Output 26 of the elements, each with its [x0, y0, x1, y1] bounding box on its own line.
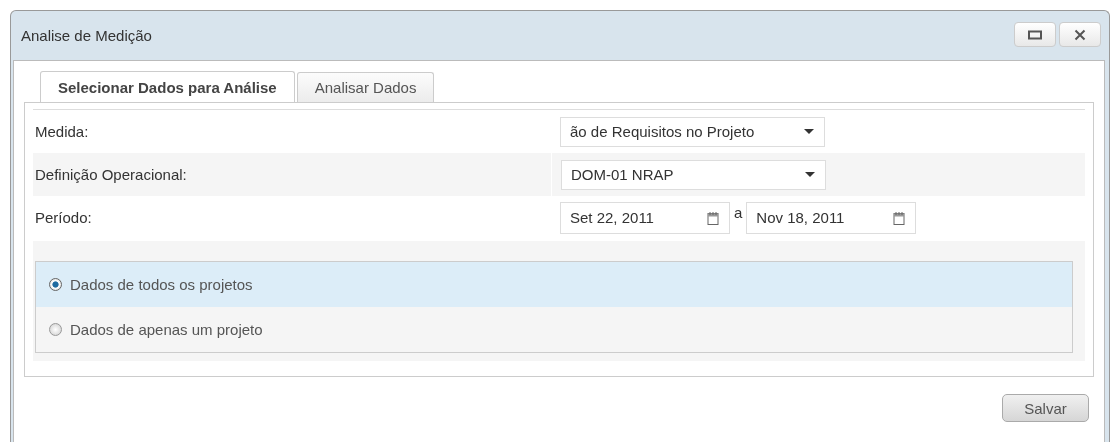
save-button[interactable]: Salvar	[1002, 394, 1089, 422]
radio-label: Dados de todos os projetos	[70, 276, 253, 293]
dropdown[interactable]: DOM-01 NRAP	[561, 159, 826, 190]
dropdown[interactable]: ão de Requisitos no Projeto	[560, 116, 825, 147]
field-label: Período:	[35, 209, 92, 226]
tab[interactable]: Analisar Dados	[296, 72, 435, 102]
radio-label: Dados de apenas um projeto	[70, 321, 263, 338]
close-icon	[1074, 28, 1086, 41]
radio-button[interactable]	[49, 323, 62, 336]
field-label: Medida:	[35, 123, 89, 140]
tab[interactable]: Selecionar Dados para Análise	[40, 71, 295, 103]
radio-option[interactable]: Dados de todos os projetos	[36, 262, 1072, 307]
calendar-icon	[893, 210, 906, 225]
field-label: Definição Operacional:	[35, 166, 187, 183]
window-title: Analise de Medição	[21, 27, 152, 44]
caret-icon	[804, 128, 814, 135]
close-button[interactable]	[1059, 22, 1101, 47]
range-separator: a	[734, 203, 743, 221]
calendar-icon	[707, 210, 719, 225]
radio-option[interactable]: Dados de apenas um projeto	[36, 307, 1072, 352]
date-field[interactable]: Nov 18, 2011	[746, 201, 917, 234]
maximize-icon	[1028, 29, 1042, 40]
caret-icon	[805, 171, 815, 178]
date-field[interactable]: Set 22, 2011	[560, 201, 730, 234]
radio-button[interactable]	[49, 278, 62, 291]
maximize-button[interactable]	[1014, 22, 1056, 47]
